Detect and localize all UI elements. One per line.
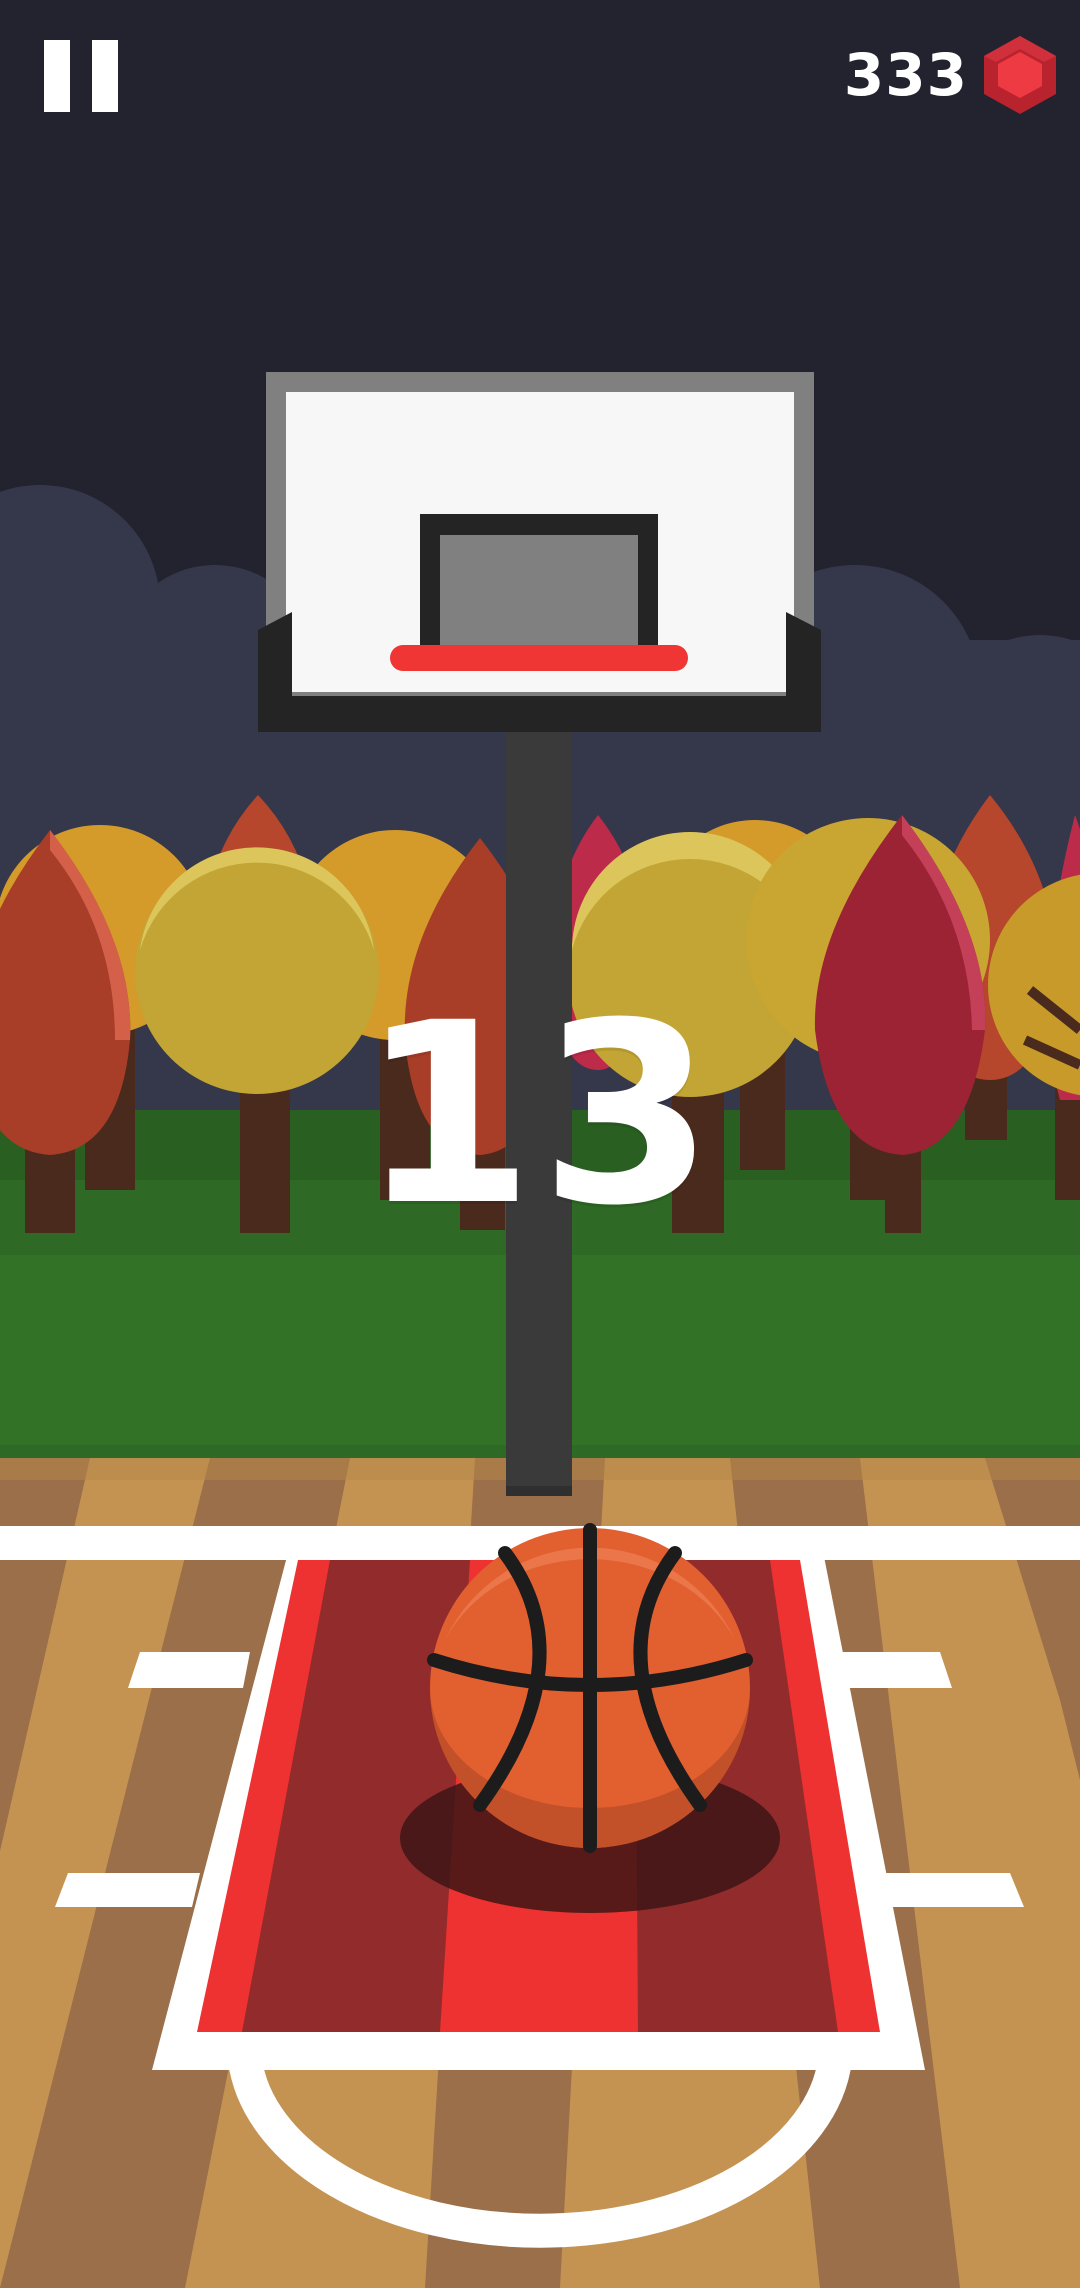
gem-counter: 333 bbox=[844, 34, 1058, 116]
game-screen[interactable]: 333 13 bbox=[0, 0, 1080, 2288]
red-hexagon-gem-icon bbox=[984, 36, 1056, 114]
pause-icon bbox=[44, 40, 70, 112]
gem-count: 333 bbox=[843, 41, 968, 109]
pause-button[interactable] bbox=[44, 40, 118, 112]
score-display: 13 bbox=[360, 969, 720, 1260]
basketball bbox=[427, 1523, 753, 1853]
hoop-rim bbox=[390, 645, 688, 671]
pause-icon-bar bbox=[92, 40, 118, 112]
backboard bbox=[258, 372, 821, 732]
